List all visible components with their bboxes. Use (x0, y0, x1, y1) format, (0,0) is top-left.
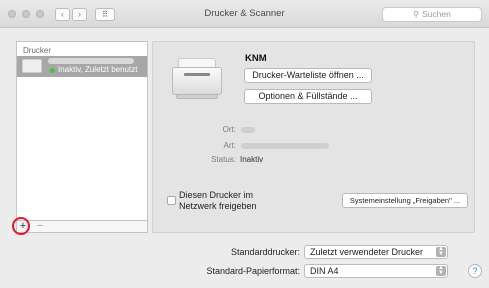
paper-size-label: Standard-Papierformat: (206, 266, 300, 276)
status-dot-icon (50, 68, 55, 73)
printer-status-text: Inaktiv, Zuletzt benutzt (58, 65, 138, 74)
printer-name-redacted (48, 58, 134, 64)
location-label: Ort: (222, 125, 236, 134)
printer-icon (22, 59, 42, 73)
search-field[interactable]: ⚲ Suchen (382, 7, 482, 22)
chevron-updown-icon: ▲ ▼ (436, 265, 446, 276)
help-button[interactable]: ? (468, 264, 482, 278)
printer-title: KNM (245, 53, 267, 64)
share-printer-checkbox[interactable] (167, 196, 176, 205)
status-value: Inaktiv (240, 155, 264, 164)
chevron-updown-icon: ▲ ▼ (436, 246, 446, 257)
sharing-preferences-button[interactable]: Systemeinstellung „Freigaben" ... (342, 193, 468, 208)
location-value-redacted (241, 127, 255, 133)
default-printer-value: Zuletzt verwendeter Drucker (310, 247, 424, 257)
title-bar: ‹ › ⠿ Drucker & Scanner ⚲ Suchen (0, 0, 489, 28)
printer-image (172, 58, 222, 100)
search-placeholder: Suchen (422, 9, 451, 19)
printer-list-item[interactable]: Inaktiv, Zuletzt benutzt (17, 56, 147, 77)
paper-size-select[interactable]: DIN A4 ▲ ▼ (304, 264, 448, 278)
printer-list-header: Drucker (23, 46, 52, 55)
paper-size-value: DIN A4 (310, 266, 339, 276)
share-printer-label: Diesen Drucker im Netzwerk freigeben (179, 190, 257, 211)
printer-list: Drucker Inaktiv, Zuletzt benutzt (16, 41, 148, 233)
kind-value-redacted (241, 143, 329, 149)
options-supplies-button[interactable]: Optionen & Füllstände ... (244, 89, 372, 104)
status-label: Status: (211, 155, 236, 164)
search-icon: ⚲ (413, 10, 419, 19)
kind-label: Art: (223, 141, 236, 150)
default-printer-select[interactable]: Zuletzt verwendeter Drucker ▲ ▼ (304, 245, 448, 259)
default-printer-label: Standarddrucker: (230, 247, 300, 257)
remove-printer-button[interactable]: − (35, 221, 45, 232)
open-print-queue-button[interactable]: Drucker-Warteliste öffnen ... (244, 68, 372, 83)
highlight-circle (12, 217, 30, 235)
